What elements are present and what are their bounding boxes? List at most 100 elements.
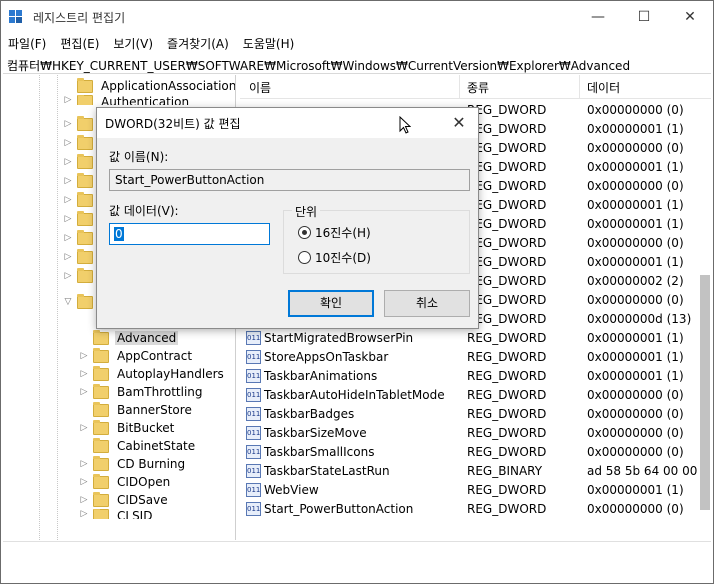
table-row[interactable]: 011 TaskbarAutoHideInTabletMode REG_DWOR…	[240, 386, 711, 405]
expand-arrow-icon[interactable]: ▷	[79, 477, 89, 487]
value-data: 0x00000000 (0)	[587, 141, 684, 155]
expand-arrow-icon[interactable]: ▷	[63, 195, 73, 205]
tree-item-explorer[interactable]: ▽	[63, 293, 99, 311]
dec-radio-option[interactable]: 10진수(D)	[298, 249, 371, 266]
table-row[interactable]: 011 StoreAppsOnTaskbar REG_DWORD 0x00000…	[240, 348, 711, 367]
table-row[interactable]: 011 TaskbarAnimations REG_DWORD 0x000000…	[240, 367, 711, 386]
expand-arrow-icon[interactable]: ▷	[63, 176, 73, 186]
value-data: 0x0000000d (13)	[587, 312, 692, 326]
tree-item[interactable]: ▷	[63, 153, 99, 171]
maximize-button[interactable]: ☐	[621, 1, 667, 33]
table-row[interactable]: 011 TaskbarStateLastRun REG_BINARY ad 58…	[240, 462, 711, 481]
table-row[interactable]: 011 TaskbarSizeMove REG_DWORD 0x00000000…	[240, 424, 711, 443]
expand-arrow-icon[interactable]: ▷	[63, 95, 73, 105]
hex-radio-button[interactable]	[298, 226, 311, 239]
menu-view[interactable]: 보기(V)	[106, 33, 160, 53]
expand-arrow-icon[interactable]: ▷	[63, 252, 73, 262]
value-data-text: 0	[114, 227, 124, 241]
expand-arrow-icon[interactable]: ▷	[79, 369, 89, 379]
value-name: StartMigratedBrowserPin	[264, 331, 414, 345]
base-groupbox: 단위 16진수(H) 10진수(D)	[283, 203, 470, 274]
menu-file[interactable]: 파일(F)	[1, 33, 53, 53]
expand-arrow-icon[interactable]: ▷	[79, 509, 89, 519]
tree-item[interactable]: CabinetState	[79, 437, 197, 455]
tree-item[interactable]: ▷	[63, 267, 99, 285]
tree-item-label: BannerStore	[117, 403, 192, 417]
table-row[interactable]: 011 Start_PowerButtonAction REG_DWORD 0x…	[240, 500, 711, 519]
expand-arrow-icon[interactable]: ▷	[79, 459, 89, 469]
tree-item[interactable]: ▷	[63, 134, 99, 152]
expand-arrow-icon[interactable]: ▷	[63, 138, 73, 148]
folder-icon	[93, 437, 109, 453]
address-bar[interactable]: 컴퓨터₩HKEY_CURRENT_USER₩SOFTWARE₩Microsoft…	[3, 54, 711, 74]
tree-item-label: BamThrottling	[117, 385, 203, 399]
minimize-button[interactable]: —	[575, 1, 621, 33]
close-window-button[interactable]: ✕	[667, 1, 713, 33]
collapse-arrow-icon[interactable]: ▽	[63, 297, 73, 307]
value-name-label: 값 이름(N):	[109, 150, 169, 164]
table-row[interactable]: 011 WebView REG_DWORD 0x00000001 (1)	[240, 481, 711, 500]
tree-item[interactable]: ▷ BamThrottling	[79, 383, 205, 401]
tree-item-label-selected: Advanced	[115, 331, 179, 345]
tree-item[interactable]: ▷ CD Burning	[79, 455, 187, 473]
cancel-button[interactable]: 취소	[384, 290, 470, 317]
tree-item-label: ApplicationAssociation	[101, 79, 236, 93]
tree-item[interactable]: ▷	[63, 248, 99, 266]
tree-item[interactable]: ▷ AppContract	[79, 347, 194, 365]
value-type: REG_DWORD	[467, 388, 547, 402]
value-data-input[interactable]: 0	[109, 223, 270, 245]
expand-arrow-icon[interactable]: ▷	[63, 233, 73, 243]
folder-icon	[93, 455, 109, 471]
expand-arrow-icon[interactable]: ▷	[79, 387, 89, 397]
expand-arrow-icon[interactable]: ▷	[79, 351, 89, 361]
tree-item[interactable]: ApplicationAssociation	[63, 77, 236, 95]
value-name: StoreAppsOnTaskbar	[264, 350, 389, 364]
column-separator[interactable]	[579, 75, 580, 99]
column-header-data[interactable]: 데이터	[587, 79, 620, 96]
expand-arrow-icon[interactable]: ▷	[63, 271, 73, 281]
tree-item[interactable]: ▷ BitBucket	[79, 419, 176, 437]
tree-item[interactable]: ▷	[63, 172, 99, 190]
menu-edit[interactable]: 편집(E)	[53, 33, 106, 53]
expand-arrow-icon[interactable]: ▷	[79, 423, 89, 433]
menu-favorites[interactable]: 즐겨찾기(A)	[160, 33, 236, 53]
dialog-title-bar[interactable]: DWORD(32비트) 값 편집 ✕	[97, 108, 478, 138]
table-row[interactable]: 011 TaskbarBadges REG_DWORD 0x00000000 (…	[240, 405, 711, 424]
tree-item[interactable]: ▷ CIDSave	[79, 491, 170, 509]
dec-radio-button[interactable]	[298, 251, 311, 264]
column-header-type[interactable]: 종류	[467, 79, 489, 96]
column-separator[interactable]	[459, 75, 460, 99]
expand-arrow-icon[interactable]: ▷	[63, 214, 73, 224]
dialog-close-button[interactable]: ✕	[446, 111, 472, 135]
tree-item[interactable]: ▷	[63, 229, 99, 247]
expand-arrow-icon[interactable]: ▷	[79, 495, 89, 505]
tree-item[interactable]: ▷ CIDOpen	[79, 473, 172, 491]
tree-item[interactable]: ▷	[63, 210, 99, 228]
tree-item-advanced[interactable]: Advanced	[79, 329, 179, 347]
vertical-scrollbar-thumb[interactable]	[700, 275, 710, 510]
tree-item[interactable]: ▷ Authentication	[63, 95, 191, 105]
tree-item[interactable]: ▷ CLSID	[79, 509, 154, 519]
value-data: 0x00000001 (1)	[587, 350, 684, 364]
tree-item-label: CabinetState	[117, 439, 196, 453]
ok-button[interactable]: 확인	[288, 290, 374, 317]
value-type: REG_DWORD	[467, 483, 547, 497]
tree-item[interactable]: BannerStore	[79, 401, 194, 419]
value-type: REG_DWORD	[467, 407, 547, 421]
value-name: TaskbarAutoHideInTabletMode	[264, 388, 445, 402]
menu-help[interactable]: 도움말(H)	[236, 33, 302, 53]
tree-item[interactable]: ▷ AutoplayHandlers	[79, 365, 226, 383]
value-data: 0x00000000 (0)	[587, 103, 684, 117]
expand-arrow-icon[interactable]: ▷	[63, 119, 73, 129]
column-header-name[interactable]: 이름	[249, 79, 271, 96]
tree-item[interactable]: ▷	[63, 115, 99, 133]
hex-radio-option[interactable]: 16진수(H)	[298, 224, 371, 241]
expand-arrow-icon[interactable]: ▷	[63, 157, 73, 167]
folder-icon	[77, 248, 93, 264]
table-row[interactable]: 011 TaskbarSmallIcons REG_DWORD 0x000000…	[240, 443, 711, 462]
dword-value-icon: 011	[246, 483, 261, 497]
value-type: REG_DWORD	[467, 426, 547, 440]
menu-bar: 파일(F) 편집(E) 보기(V) 즐겨찾기(A) 도움말(H)	[1, 33, 713, 53]
table-row[interactable]: 011 StartMigratedBrowserPin REG_DWORD 0x…	[240, 329, 711, 348]
tree-item[interactable]: ▷	[63, 191, 99, 209]
